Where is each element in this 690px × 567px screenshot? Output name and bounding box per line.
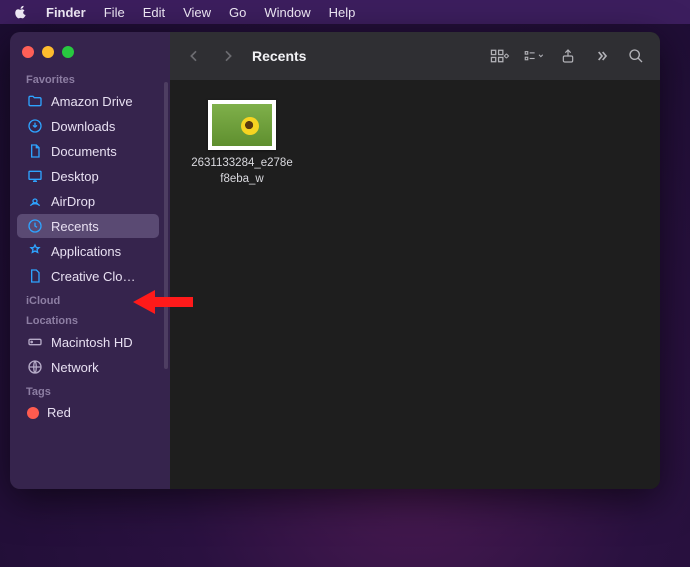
sidebar-item-downloads[interactable]: Downloads — [17, 114, 159, 138]
sidebar-item-label: Downloads — [51, 119, 115, 134]
sidebar-item-label: Macintosh HD — [51, 335, 133, 350]
sidebar-item-label: Applications — [51, 244, 121, 259]
apple-menu-icon[interactable] — [14, 5, 28, 19]
icon-view-button[interactable] — [490, 46, 510, 66]
share-button[interactable] — [558, 46, 578, 66]
finder-window: Favorites Amazon Drive Downloads Documen… — [10, 32, 660, 489]
menu-help[interactable]: Help — [329, 5, 356, 20]
overflow-button[interactable] — [592, 46, 612, 66]
sidebar-item-label: AirDrop — [51, 194, 95, 209]
sidebar-item-applications[interactable]: Applications — [17, 239, 159, 263]
sidebar-scroll[interactable]: Favorites Amazon Drive Downloads Documen… — [10, 68, 170, 489]
sidebar-item-label: Desktop — [51, 169, 99, 184]
sidebar-item-macintosh-hd[interactable]: Macintosh HD — [17, 330, 159, 354]
desktop: Favorites Amazon Drive Downloads Documen… — [0, 24, 690, 567]
menubar-app-name[interactable]: Finder — [46, 5, 86, 20]
sidebar-item-label: Creative Clo… — [51, 269, 136, 284]
apps-icon — [27, 243, 43, 259]
back-button[interactable] — [184, 46, 204, 66]
menubar: Finder File Edit View Go Window Help — [0, 0, 690, 24]
disk-icon — [27, 334, 43, 350]
sidebar-item-tag-red[interactable]: Red — [17, 401, 159, 424]
minimize-window-button[interactable] — [42, 46, 54, 58]
menu-window[interactable]: Window — [264, 5, 310, 20]
forward-button[interactable] — [218, 46, 238, 66]
main-area: Recents 2631133284_e278ef8eba_w — [170, 32, 660, 489]
airdrop-icon — [27, 193, 43, 209]
sidebar-section-tags: Tags — [10, 380, 166, 400]
tag-dot-icon — [27, 407, 39, 419]
menu-edit[interactable]: Edit — [143, 5, 165, 20]
close-window-button[interactable] — [22, 46, 34, 58]
file-grid[interactable]: 2631133284_e278ef8eba_w — [170, 80, 660, 489]
toolbar: Recents — [170, 32, 660, 80]
search-button[interactable] — [626, 46, 646, 66]
file-name-label: 2631133284_e278ef8eba_w — [190, 156, 294, 187]
sidebar-item-label: Recents — [51, 219, 99, 234]
fullscreen-window-button[interactable] — [62, 46, 74, 58]
group-view-button[interactable] — [524, 46, 544, 66]
clock-icon — [27, 218, 43, 234]
menu-file[interactable]: File — [104, 5, 125, 20]
sidebar-item-airdrop[interactable]: AirDrop — [17, 189, 159, 213]
sidebar-item-desktop[interactable]: Desktop — [17, 164, 159, 188]
window-title: Recents — [252, 48, 306, 64]
file-thumbnail — [208, 100, 276, 150]
sidebar-section-favorites: Favorites — [10, 68, 166, 88]
desktop-icon — [27, 168, 43, 184]
sidebar-item-creative-cloud[interactable]: Creative Clo… — [17, 264, 159, 288]
menu-view[interactable]: View — [183, 5, 211, 20]
sidebar-item-network[interactable]: Network — [17, 355, 159, 379]
download-icon — [27, 118, 43, 134]
globe-icon — [27, 359, 43, 375]
sidebar-item-documents[interactable]: Documents — [17, 139, 159, 163]
file-item[interactable]: 2631133284_e278ef8eba_w — [190, 100, 294, 187]
sidebar-item-recents[interactable]: Recents — [17, 214, 159, 238]
sidebar-section-icloud: iCloud — [10, 289, 166, 309]
sidebar-item-label: Documents — [51, 144, 117, 159]
file-icon — [27, 268, 43, 284]
sidebar: Favorites Amazon Drive Downloads Documen… — [10, 32, 170, 489]
sidebar-section-locations: Locations — [10, 309, 166, 329]
sidebar-item-label: Red — [47, 405, 71, 420]
folder-icon — [27, 93, 43, 109]
document-icon — [27, 143, 43, 159]
menu-go[interactable]: Go — [229, 5, 246, 20]
window-controls — [10, 42, 170, 68]
sidebar-item-label: Amazon Drive — [51, 94, 133, 109]
sidebar-item-label: Network — [51, 360, 99, 375]
sidebar-item-amazon-drive[interactable]: Amazon Drive — [17, 89, 159, 113]
